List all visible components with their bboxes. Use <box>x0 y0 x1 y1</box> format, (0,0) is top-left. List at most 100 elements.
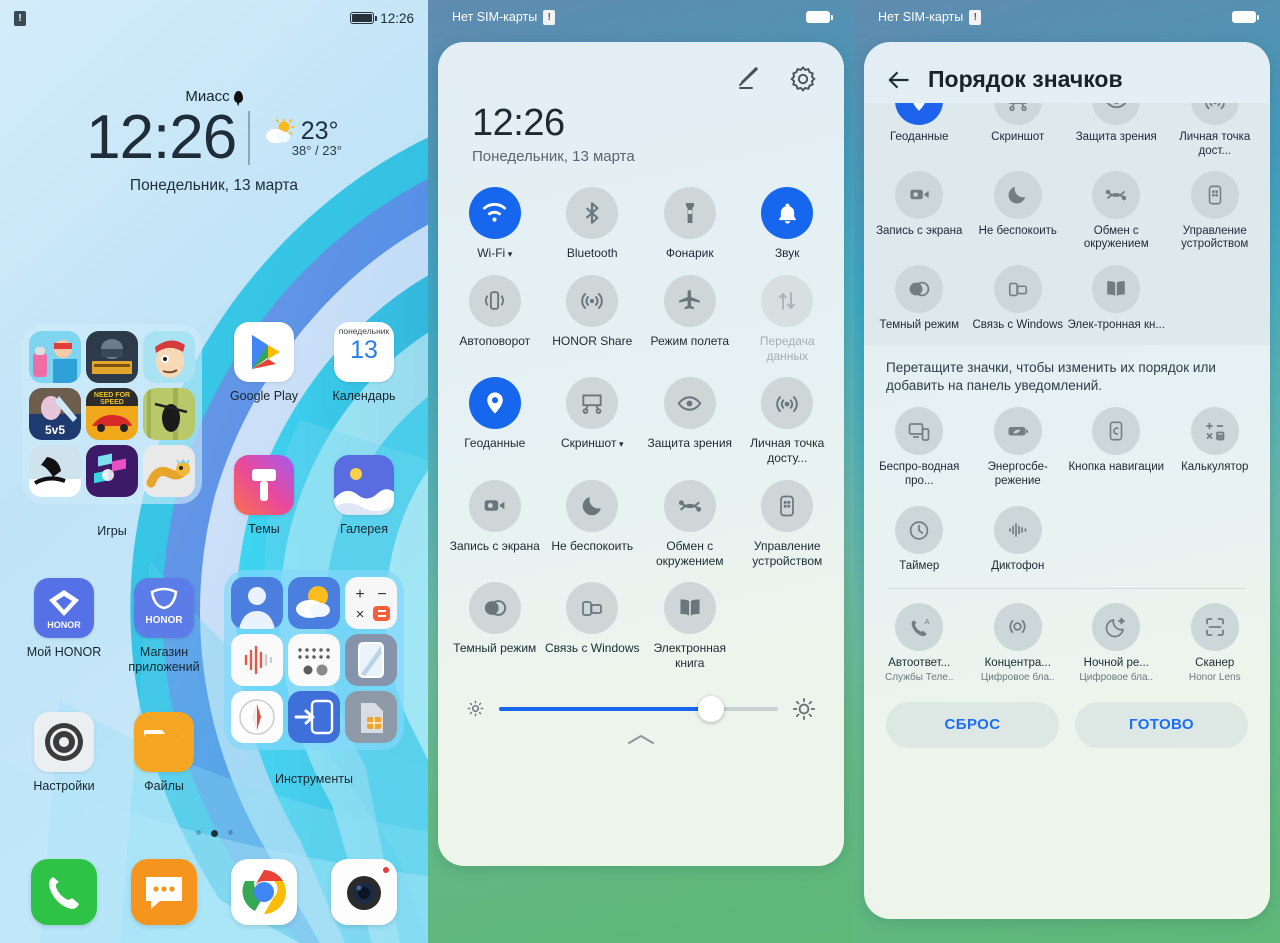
ord-tile-power-save[interactable]: Энергосбе-режение <box>969 407 1068 489</box>
folder-games-label: Игры <box>97 524 127 538</box>
ord-tile-location[interactable]: Геоданные <box>870 103 969 159</box>
qs-tile-dnd[interactable]: Не беспокоить <box>544 479 642 569</box>
game-icon-snake[interactable] <box>143 445 195 497</box>
compass-icon[interactable] <box>231 691 283 743</box>
app-calendar[interactable]: понедельник 13 Календарь <box>316 322 412 404</box>
qs-tile-label: Wi-Fi ▾ <box>477 246 513 260</box>
chrome-icon[interactable] <box>231 859 297 925</box>
qs-tile-honor-share[interactable]: HONOR Share <box>544 274 642 364</box>
qs-tile-hotspot[interactable]: Личная точка досту... <box>739 377 837 466</box>
slider-knob[interactable] <box>698 695 725 722</box>
app-gallery[interactable]: Галерея <box>316 455 412 537</box>
reset-button[interactable]: СБРОС <box>886 701 1059 748</box>
calculator-app-icon[interactable]: + − × <box>345 577 397 629</box>
qs-tile-autorotate[interactable]: Автоповорот <box>446 274 544 364</box>
page-dot[interactable] <box>195 830 201 835</box>
ord-tile-screenshot[interactable]: Скриншот <box>969 103 1068 159</box>
qs-tile-ebook[interactable]: Электронная книга <box>641 582 739 671</box>
ord-tile-auto-answer[interactable]: A Автоответ... Службы Теле.. <box>870 602 969 684</box>
link-windows-icon <box>566 582 619 635</box>
qs-tile-sound[interactable]: Звук <box>739 187 837 261</box>
ord-tile-ebook[interactable]: Элек-тронная кн... <box>1067 265 1166 333</box>
eye-care-icon <box>1092 103 1141 125</box>
weather-top: 23° <box>264 117 342 146</box>
sim-alert-icon: ! <box>14 10 26 26</box>
weather-app-icon[interactable] <box>288 577 340 629</box>
game-icon-ninja[interactable] <box>143 388 195 440</box>
appstore-icon: HONOR <box>134 578 194 638</box>
ord-tile-focus-mode[interactable]: Концентра... Цифровое бла.. <box>969 602 1068 684</box>
ord-tile-nearby-share[interactable]: Обмен с окружением <box>1067 170 1166 253</box>
ord-tile-hotspot[interactable]: Личная точка дост... <box>1166 103 1265 159</box>
ord-tile-device-control[interactable]: Управление устройством <box>1166 170 1265 253</box>
qs-tile-nearby-share[interactable]: Обмен с окружением <box>641 479 739 569</box>
page-dot-active[interactable] <box>210 830 218 837</box>
ord-tile-link-windows[interactable]: Связь с Windows <box>969 265 1068 333</box>
game-icon-tiles-hop[interactable] <box>86 445 138 497</box>
order-status-bar: Нет SIM-карты ! <box>854 0 1280 34</box>
qs-tile-wifi[interactable]: Wi-Fi ▾ <box>446 187 544 261</box>
ord-tile-label: Беспро-водная про... <box>879 461 960 488</box>
contacts-icon[interactable] <box>231 577 283 629</box>
ord-tile-screen-record[interactable]: Запись с экрана <box>870 170 969 253</box>
qs-tile-mobile-data[interactable]: Передача данных <box>739 274 837 364</box>
game-icon-snowboard[interactable] <box>29 445 81 497</box>
ord-tile-voice-recorder[interactable]: Диктофон <box>969 506 1068 574</box>
phone-icon[interactable] <box>31 859 97 925</box>
game-icon-mobile-legends[interactable]: 5v5 <box>29 388 81 440</box>
qs-tile-flashlight[interactable]: Фонарик <box>641 187 739 261</box>
ord-tile-night-mode[interactable]: Ночной ре... Цифровое бла.. <box>1067 602 1166 684</box>
screen-mirror-icon[interactable] <box>345 634 397 686</box>
game-icon-need-for-speed[interactable]: NEED FOR SPEED <box>86 388 138 440</box>
qs-tile-bluetooth[interactable]: Bluetooth <box>544 187 642 261</box>
ord-tile-wireless-projection[interactable]: Беспро-водная про... <box>870 407 969 489</box>
ord-tile-dnd[interactable]: Не беспокоить <box>969 170 1068 253</box>
ord-tile-calculator[interactable]: Калькулятор <box>1166 407 1265 489</box>
ord-tile-timer[interactable]: Таймер <box>870 506 969 574</box>
qs-tile-label: Передача данных <box>759 333 815 363</box>
back-arrow-icon[interactable] <box>886 67 912 93</box>
qs-tile-device-control[interactable]: Управление устройством <box>739 479 837 569</box>
qs-tile-screen-record[interactable]: Запись с экрана <box>446 479 544 569</box>
qs-tile-screenshot[interactable]: Скриншот ▾ <box>544 377 642 466</box>
messages-icon[interactable] <box>131 859 197 925</box>
page-indicator[interactable] <box>0 830 428 837</box>
folder-tools[interactable]: + − × <box>224 570 404 750</box>
sim-toolkit-icon[interactable] <box>345 691 397 743</box>
link-windows-icon <box>993 265 1042 314</box>
phone-clone-icon[interactable] <box>288 691 340 743</box>
status-right: 12:26 <box>350 11 414 26</box>
ord-tile-eye-care[interactable]: Защита зрения <box>1067 103 1166 159</box>
qs-tile-eye-care[interactable]: Защита зрения <box>641 377 739 466</box>
qs-tile-label: Автоповорот <box>459 333 531 348</box>
app-themes[interactable]: Темы <box>216 455 312 537</box>
app-my-honor[interactable]: HONOR Мой HONOR <box>16 578 112 660</box>
folder-games[interactable]: 5v5 NEED FOR SPEED <box>22 324 202 504</box>
recorder-app-icon[interactable] <box>231 634 283 686</box>
ord-tile-scanner[interactable]: Сканер Honor Lens <box>1166 602 1265 684</box>
ir-remote-icon[interactable] <box>288 634 340 686</box>
app-files[interactable]: Файлы <box>116 712 212 794</box>
ord-tile-nav-button[interactable]: Кнопка навигации <box>1067 407 1166 489</box>
gear-icon[interactable] <box>788 64 818 94</box>
app-google-play[interactable]: Google Play <box>216 322 312 404</box>
page-dot[interactable] <box>227 830 233 835</box>
weather-widget[interactable]: 23° 38° / 23° <box>264 117 342 158</box>
pencil-edit-icon[interactable] <box>734 64 764 94</box>
ord-tile-dark-mode[interactable]: Темный режим <box>870 265 969 333</box>
home-date: Понедельник, 13 марта <box>129 177 299 195</box>
brightness-slider[interactable] <box>499 695 778 722</box>
game-icon-subway[interactable] <box>29 331 81 383</box>
app-settings[interactable]: Настройки <box>16 712 112 794</box>
done-button[interactable]: ГОТОВО <box>1075 701 1248 748</box>
app-appstore[interactable]: HONOR Магазин приложений <box>116 578 212 675</box>
game-icon-pubg[interactable] <box>86 331 138 383</box>
qs-tile-location[interactable]: Геоданные <box>446 377 544 466</box>
qs-tile-dark-mode[interactable]: Темный режим <box>446 582 544 671</box>
qs-tile-label: Электронная книга <box>653 641 727 670</box>
camera-icon[interactable] <box>331 859 397 925</box>
chevron-up-icon[interactable] <box>438 733 844 747</box>
qs-tile-link-windows[interactable]: Связь с Windows <box>544 582 642 671</box>
qs-tile-airplane[interactable]: Режим полета <box>641 274 739 364</box>
game-icon-cartoon[interactable] <box>143 331 195 383</box>
